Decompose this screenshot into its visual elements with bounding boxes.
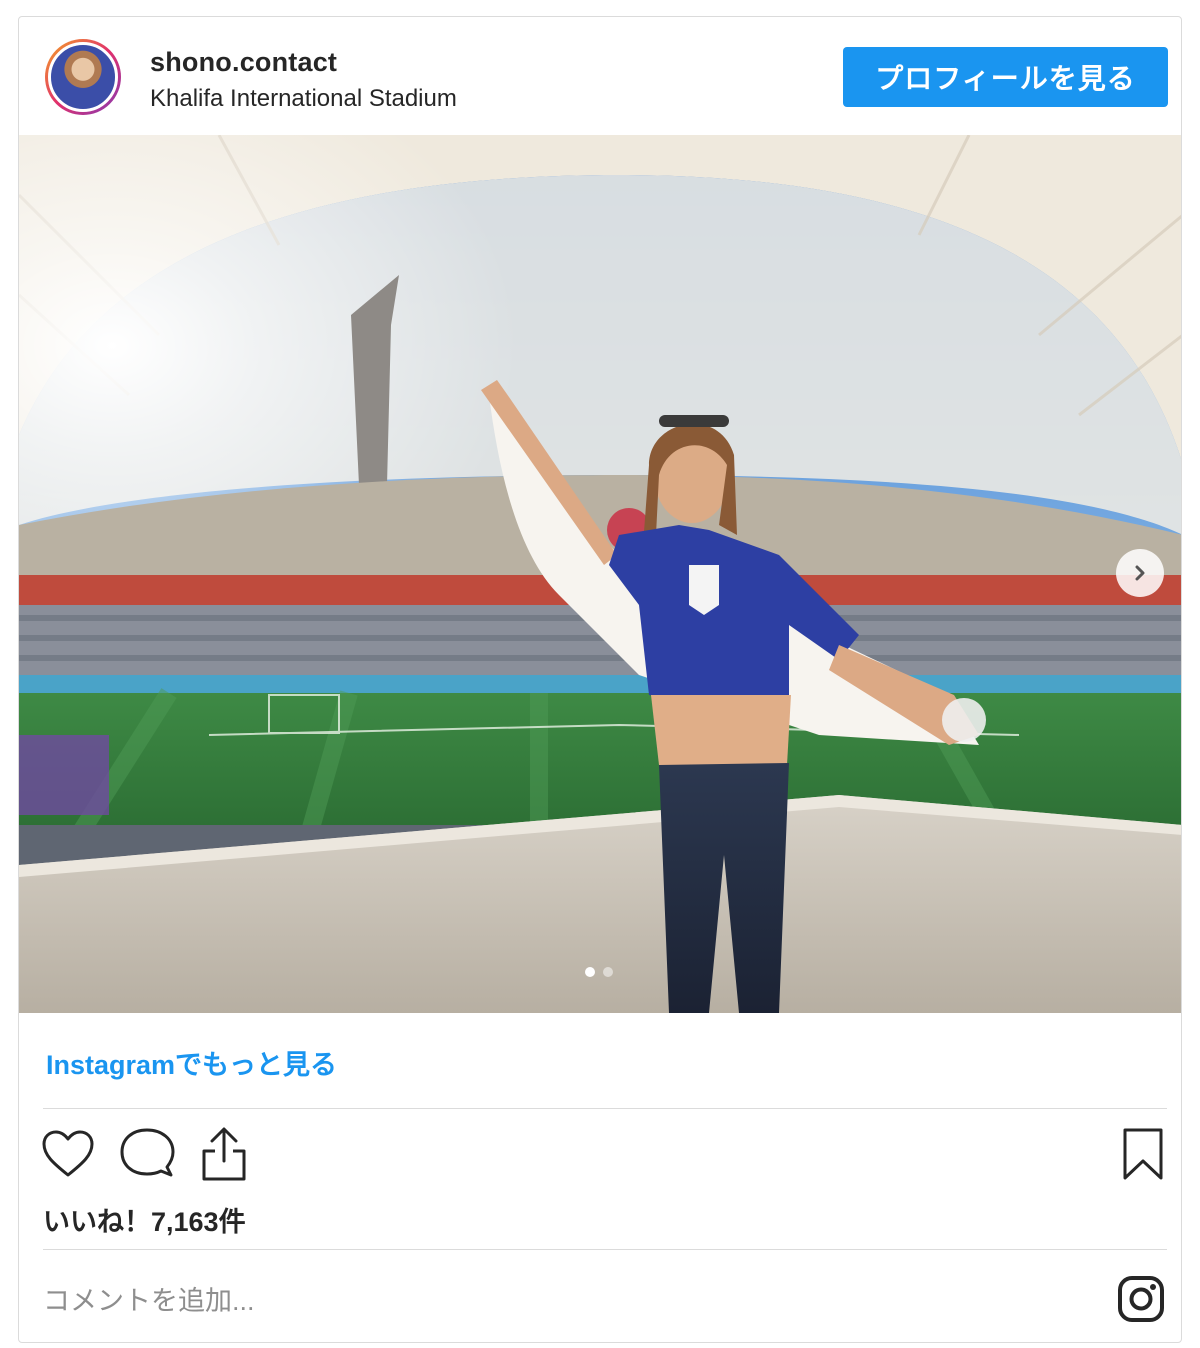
carousel-dot-active — [585, 967, 595, 977]
view-more-on-instagram-link[interactable]: Instagramでもっと見る — [46, 1043, 337, 1082]
divider — [43, 1249, 1167, 1250]
instagram-icon[interactable] — [1117, 1275, 1165, 1323]
divider — [43, 1108, 1167, 1109]
add-comment-input[interactable]: コメントを追加... — [43, 1279, 943, 1318]
chevron-right-icon — [1135, 565, 1145, 581]
stadium-photo-illustration — [19, 135, 1181, 1013]
username[interactable]: shono.contact — [150, 47, 337, 78]
next-slide-button[interactable] — [1116, 549, 1164, 597]
view-profile-button[interactable]: プロフィールを見る — [843, 47, 1168, 107]
post-photo[interactable] — [19, 135, 1181, 1013]
likes-count[interactable]: いいね！7,163件 — [43, 1200, 246, 1239]
avatar-image — [48, 42, 118, 112]
carousel-indicator — [585, 967, 613, 977]
comment-icon[interactable] — [119, 1127, 175, 1181]
carousel-dot — [603, 967, 613, 977]
post-header: shono.contact Khalifa International Stad… — [19, 17, 1181, 135]
bookmark-icon[interactable] — [1121, 1127, 1165, 1181]
heart-icon[interactable] — [41, 1129, 95, 1179]
location[interactable]: Khalifa International Stadium — [150, 85, 457, 113]
share-icon[interactable] — [199, 1125, 249, 1183]
instagram-embed-card: shono.contact Khalifa International Stad… — [18, 16, 1182, 1343]
avatar[interactable] — [45, 39, 121, 115]
